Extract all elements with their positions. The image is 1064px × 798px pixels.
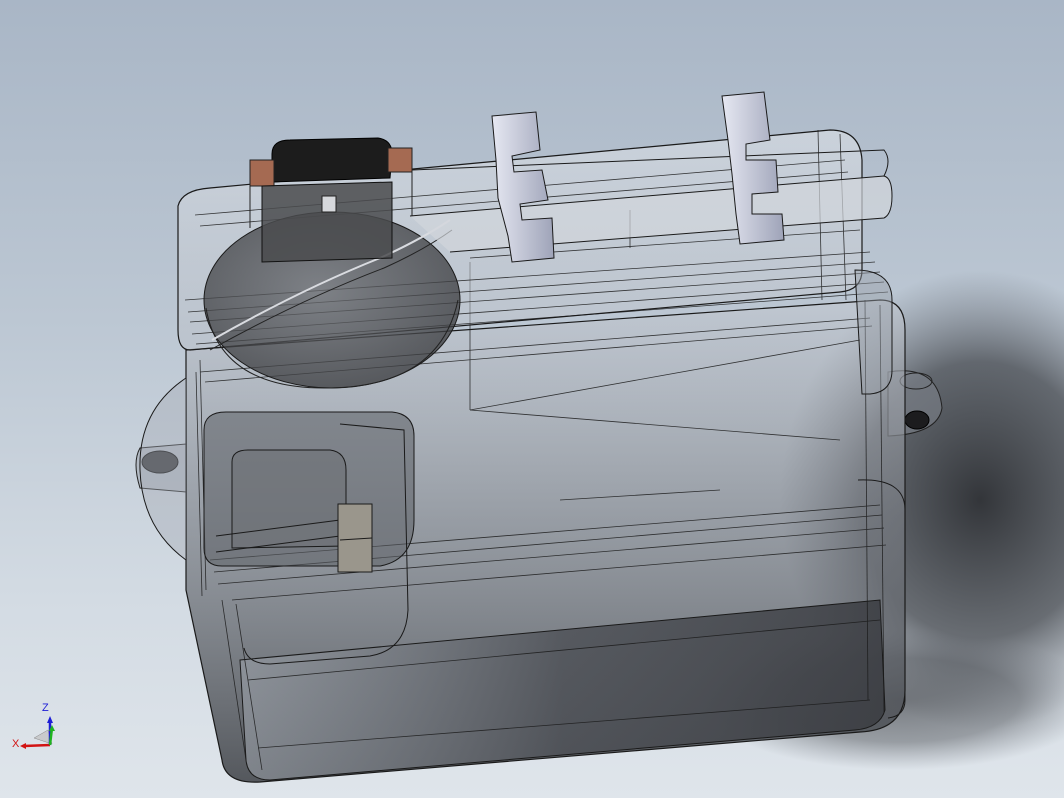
graphics-viewport[interactable]: X Z bbox=[0, 0, 1064, 798]
x-axis-label: X bbox=[12, 738, 20, 750]
orientation-triad: X Z bbox=[8, 700, 68, 760]
z-axis-label: Z bbox=[42, 702, 49, 714]
filler-cap[interactable] bbox=[249, 137, 413, 263]
left-bulge bbox=[139, 377, 187, 561]
3d-model-view[interactable] bbox=[0, 0, 1064, 798]
triad-axes bbox=[20, 716, 55, 749]
x-axis-arrow-icon bbox=[23, 743, 51, 748]
